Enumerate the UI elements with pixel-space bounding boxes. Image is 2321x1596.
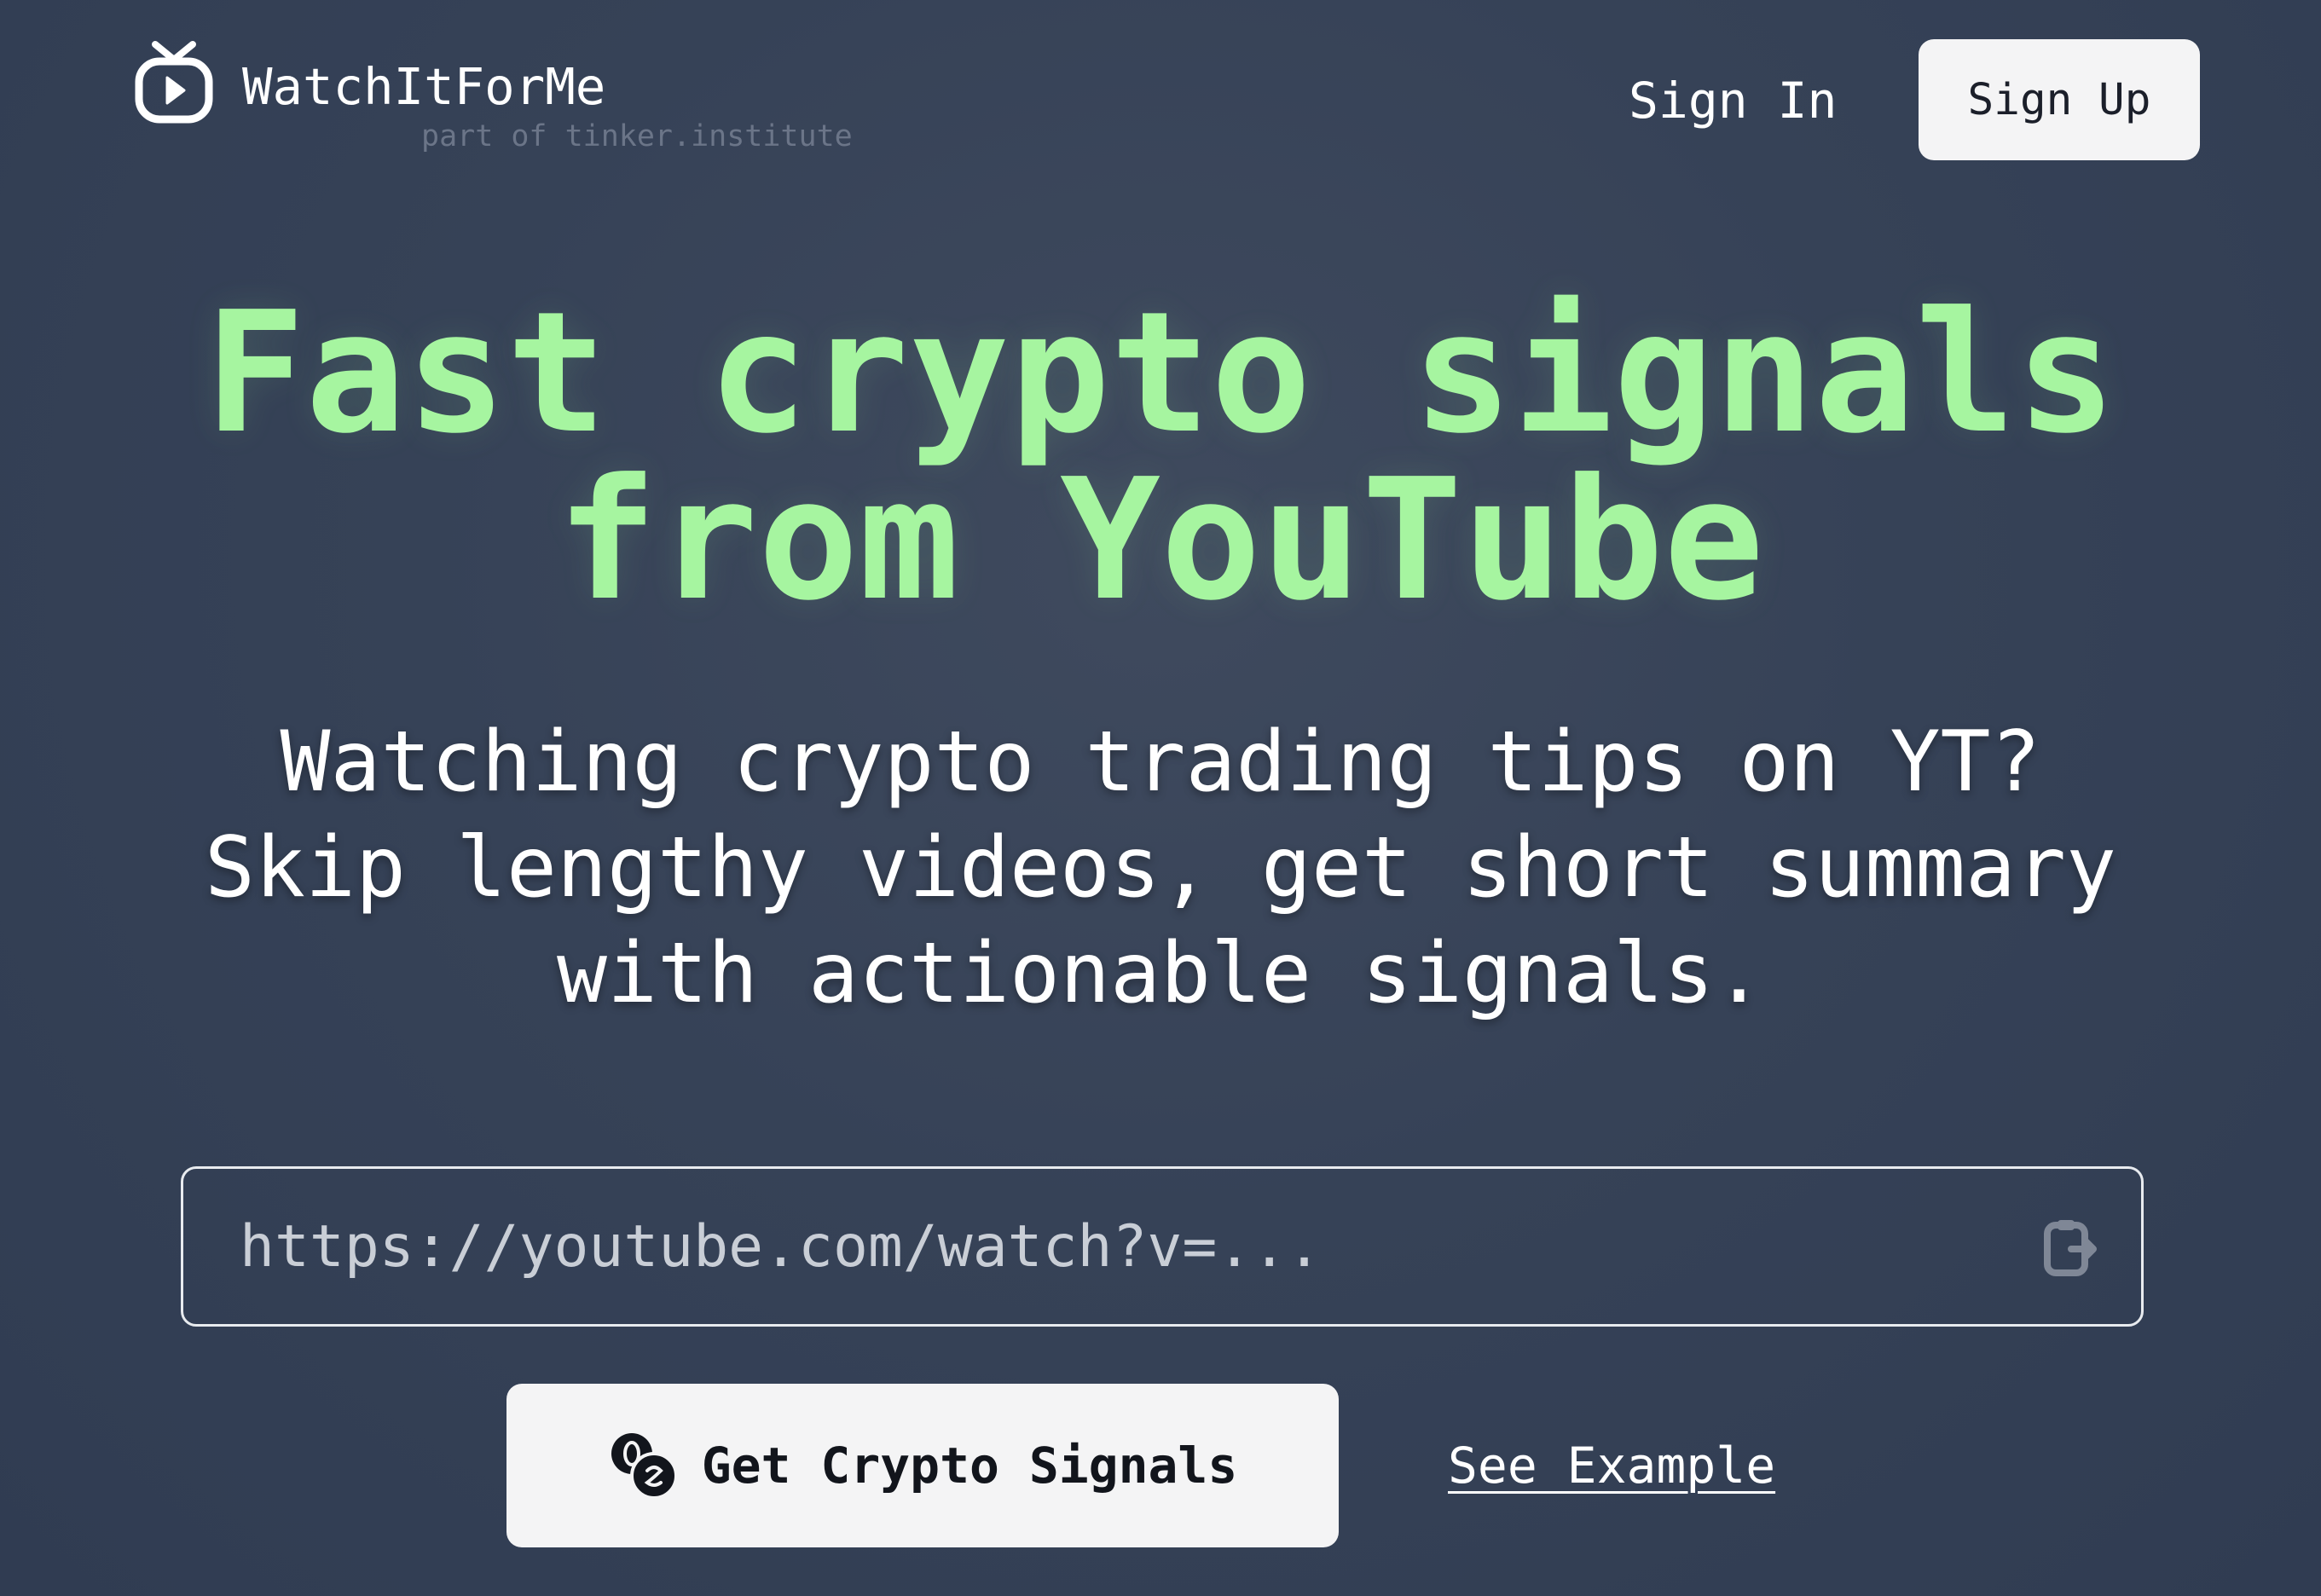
coins-icon [611, 1433, 678, 1500]
hero-headline-line-2: from YouTube [556, 443, 1765, 638]
get-crypto-signals-button[interactable]: Get Crypto Signals [506, 1384, 1339, 1547]
see-example-link[interactable]: See Example [1448, 1437, 1775, 1495]
get-crypto-signals-label: Get Crypto Signals [701, 1437, 1238, 1495]
hero-subtitle-line-1: Watching crypto trading tips on YT? [280, 714, 2041, 811]
hero-subtitle-line-2: Skip lengthy videos, get short summary [204, 819, 2117, 917]
tv-play-icon [135, 41, 213, 124]
brand-name: WatchItForMe [242, 57, 606, 116]
clipboard-paste-icon[interactable] [2044, 1217, 2097, 1276]
sign-up-button[interactable]: Sign Up [1919, 39, 2200, 160]
brand-subtitle: part of tinker.institute [421, 119, 853, 153]
hero-subtitle-line-3: with actionable signals. [556, 925, 1765, 1022]
hero-headline: Fast crypto signals from YouTube [0, 290, 2321, 624]
youtube-url-input[interactable] [183, 1169, 2044, 1324]
brand-logo[interactable]: WatchItForMe part of tinker.institute [135, 39, 853, 153]
hero-headline-line-1: Fast crypto signals [204, 276, 2117, 471]
url-input-container [181, 1166, 2144, 1327]
sign-in-link[interactable]: Sign In [1629, 72, 1837, 130]
hero-subtitle: Watching crypto trading tips on YT? Skip… [0, 709, 2321, 1026]
brand-text: WatchItForMe part of tinker.institute [242, 57, 853, 153]
